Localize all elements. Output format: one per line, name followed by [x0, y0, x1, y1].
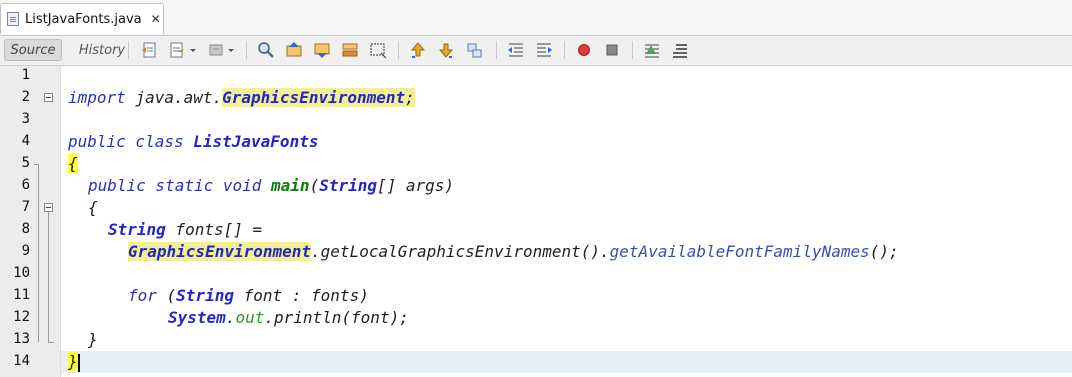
close-icon[interactable]: ✕: [151, 12, 161, 26]
fold-guide: [34, 164, 39, 165]
forward-icon[interactable]: [206, 40, 226, 60]
keyword: public class: [68, 132, 194, 151]
line-number: 9: [21, 243, 30, 259]
declaration: fonts[] =: [165, 220, 263, 239]
class-reference: String: [319, 176, 377, 195]
back-icon[interactable]: [168, 40, 188, 60]
semicolon: ;: [405, 88, 415, 107]
record-macro-icon[interactable]: [574, 40, 594, 60]
code-line[interactable]: {: [61, 197, 1072, 219]
code-line[interactable]: {: [61, 153, 1072, 175]
code-line[interactable]: }: [61, 329, 1072, 351]
toolbar-separator: [128, 41, 129, 59]
line-number: 7: [21, 199, 30, 215]
toolbar-separator: [398, 41, 399, 59]
rectangular-selection-icon[interactable]: [368, 40, 388, 60]
toggle-highlight-icon[interactable]: [340, 40, 360, 60]
text-caret: [77, 353, 80, 372]
next-bookmark-icon[interactable]: [436, 40, 456, 60]
dot: .: [225, 308, 236, 327]
line-number: 1: [21, 67, 30, 83]
method-call: .getLocalGraphicsEnvironment().: [311, 242, 610, 261]
chevron-down-icon[interactable]: [188, 40, 198, 60]
code-line[interactable]: GraphicsEnvironment.getLocalGraphicsEnvi…: [61, 241, 1072, 263]
call-end: ();: [869, 242, 899, 261]
code-line[interactable]: public class ListJavaFonts: [61, 131, 1072, 153]
class-reference: String: [176, 286, 234, 305]
loop-variable: font : fonts): [233, 286, 369, 305]
fold-guide: [38, 164, 39, 342]
class-reference: GraphicsEnvironment: [222, 88, 406, 107]
matched-brace: {: [68, 154, 78, 173]
line-number: 3: [21, 111, 30, 127]
find-previous-icon[interactable]: [284, 40, 304, 60]
line-number: 4: [21, 133, 30, 149]
code-editor[interactable]: import java.awt.GraphicsEnvironment; pub…: [61, 66, 1072, 377]
find-selection-icon[interactable]: [256, 40, 276, 60]
editor-tab-bar: ListJavaFonts.java ✕: [0, 0, 1072, 36]
paren: (: [156, 286, 177, 305]
toolbar-separator: [564, 41, 565, 59]
toolbar-separator: [496, 41, 497, 59]
line-number: 11: [13, 287, 30, 303]
fold-guide: [48, 342, 54, 343]
method-name: main: [271, 176, 310, 195]
keyword: for: [128, 286, 157, 305]
code-line[interactable]: import java.awt.GraphicsEnvironment;: [61, 87, 1072, 109]
file-tab-title[interactable]: ListJavaFonts.java: [25, 12, 142, 27]
shift-right-icon[interactable]: [534, 40, 554, 60]
stop-macro-icon[interactable]: [602, 40, 622, 60]
matched-brace: }: [68, 352, 78, 371]
fold-toggle-icon[interactable]: [44, 93, 53, 102]
current-code-line[interactable]: }: [61, 351, 1072, 373]
line-number: 12: [13, 309, 30, 325]
source-button[interactable]: Source: [4, 39, 62, 61]
class-name: ListJavaFonts: [193, 132, 319, 151]
line-number-gutter: 1 2 3 4 5 6 7 8 9 10 11 12 13 14: [0, 66, 61, 377]
fold-guide: [48, 211, 49, 343]
chevron-down-icon[interactable]: [226, 40, 236, 60]
editor-toolbar: Source History: [0, 36, 1072, 66]
toolbar-separator: [632, 41, 633, 59]
method-call: .println(font);: [264, 308, 409, 327]
line-number: 8: [21, 221, 30, 237]
code-line[interactable]: String fonts[] =: [61, 219, 1072, 241]
brace: {: [88, 198, 98, 217]
find-next-icon[interactable]: [312, 40, 332, 60]
previous-bookmark-icon[interactable]: [408, 40, 428, 60]
shift-left-icon[interactable]: [506, 40, 526, 60]
brace: }: [88, 330, 98, 349]
java-file-icon: [7, 12, 19, 26]
line-number: 6: [21, 177, 30, 193]
line-number: 13: [13, 331, 30, 347]
code-line[interactable]: for (String font : fonts): [61, 285, 1072, 307]
method-call: getAvailableFontFamilyNames: [609, 242, 870, 261]
class-reference: GraphicsEnvironment: [128, 242, 312, 261]
toggle-bookmark-icon[interactable]: [464, 40, 484, 60]
line-number: 5: [21, 155, 30, 171]
keyword: import: [68, 88, 126, 107]
line-number: 10: [13, 265, 30, 281]
start-pattern-replacement-icon[interactable]: [642, 40, 662, 60]
class-reference: String: [108, 220, 166, 239]
package-name: java.awt.: [125, 88, 223, 107]
field-reference: out: [235, 308, 265, 327]
toolbar-separator: [246, 41, 247, 59]
code-line[interactable]: public static void main(String[] args): [61, 175, 1072, 197]
line-number: 2: [21, 89, 30, 105]
class-reference: System: [168, 308, 226, 327]
parameters: [] args): [377, 176, 455, 195]
code-line[interactable]: System.out.println(font);: [61, 307, 1072, 329]
last-edit-icon[interactable]: [140, 40, 160, 60]
paren: (: [309, 176, 320, 195]
keyword: public static void: [88, 176, 272, 195]
file-tab[interactable]: ListJavaFonts.java ✕: [0, 3, 164, 34]
line-number: 14: [13, 353, 30, 369]
comment-icon[interactable]: [670, 40, 690, 60]
